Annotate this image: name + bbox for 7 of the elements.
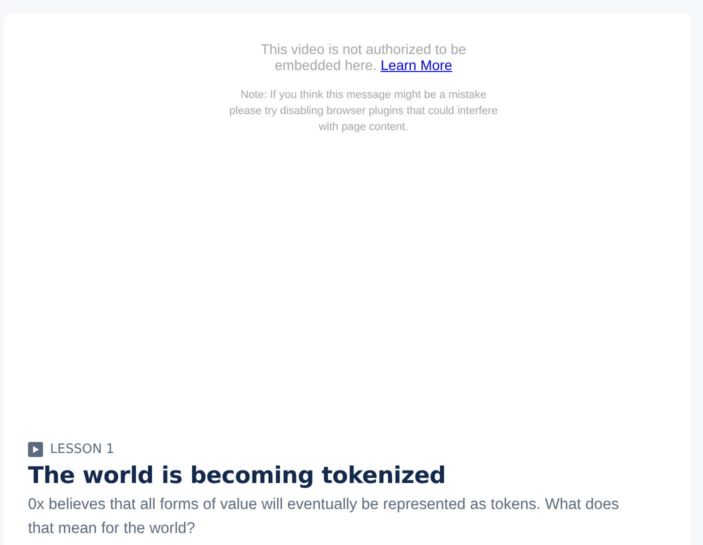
video-error-message: This video is not authorized to be embedded here. Learn More: [260, 41, 468, 73]
lesson-description: 0x believes that all forms of value will eventually be represented as tokens. What does that mean for the world?: [28, 495, 620, 539]
lesson-label: LESSON 1: [50, 442, 114, 457]
video-error-note: Note: If you think this message might be a mistake please try disabling browser plugins that could interfere with page content.: [228, 88, 499, 135]
lesson-title: The world is becoming tokenized: [28, 463, 447, 489]
learn-more-link[interactable]: Learn More: [380, 57, 452, 73]
play-icon: [28, 442, 43, 457]
